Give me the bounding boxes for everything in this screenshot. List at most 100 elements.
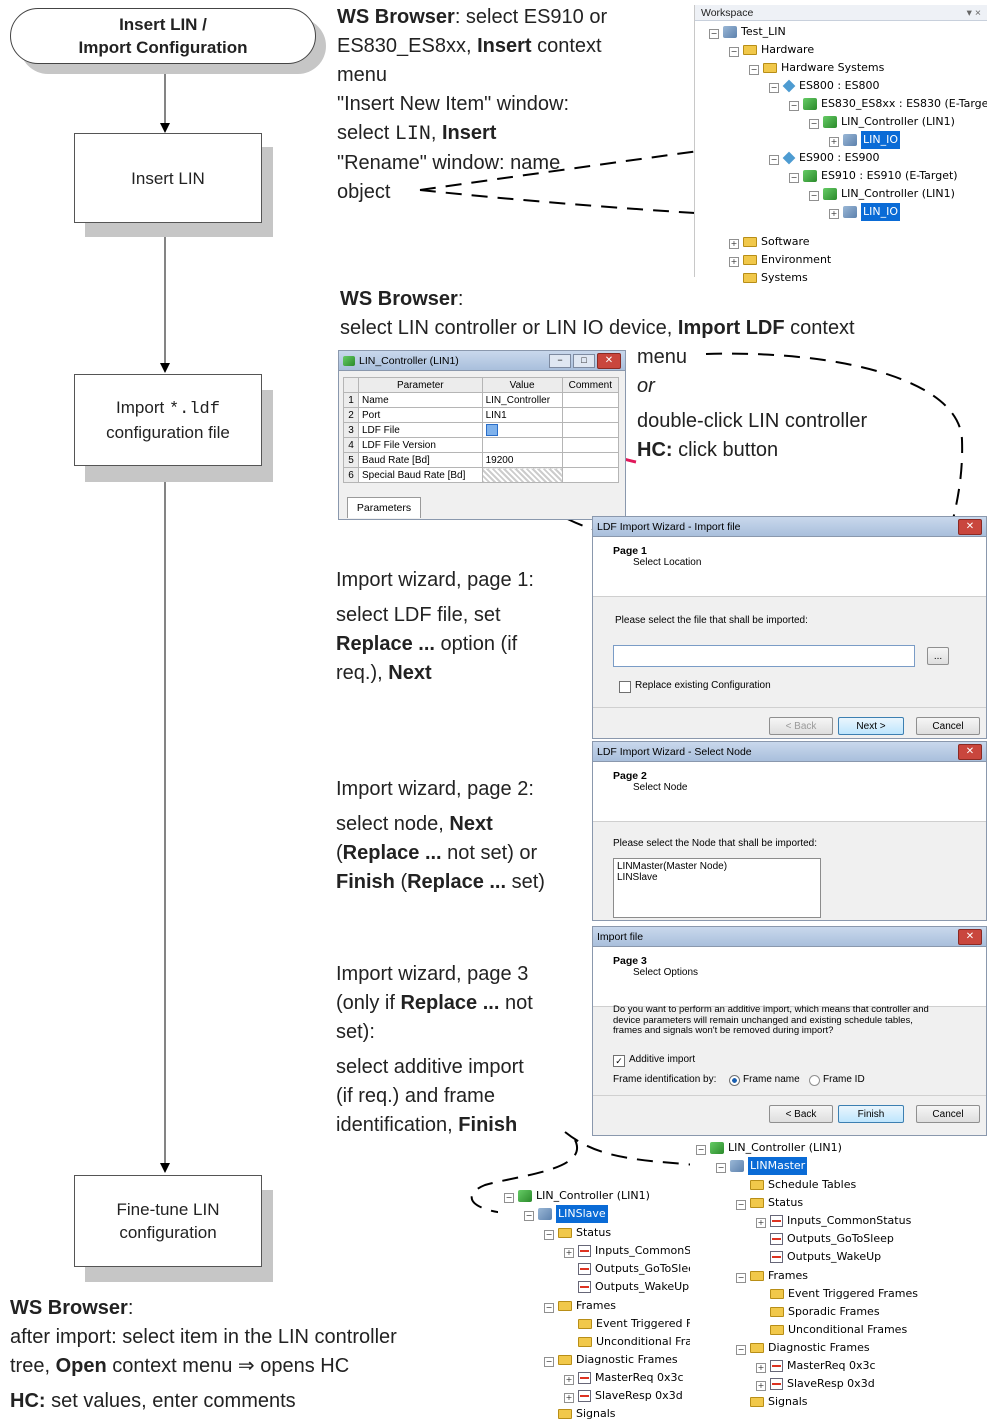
tree-item-folder[interactable]: Event Triggered Frames bbox=[770, 1285, 918, 1303]
expand-icon[interactable]: + bbox=[756, 1363, 766, 1373]
expand-icon[interactable]: − bbox=[789, 173, 799, 183]
replace-checkbox[interactable] bbox=[619, 681, 631, 693]
expand-icon[interactable]: − bbox=[696, 1145, 706, 1155]
tree-item-frames[interactable]: Frames bbox=[558, 1297, 616, 1315]
file-path-input[interactable] bbox=[613, 645, 915, 667]
expand-icon[interactable]: − bbox=[769, 155, 779, 165]
tree-item-signal[interactable]: Outputs_GoToSleep bbox=[578, 1260, 702, 1278]
tree-item-test-lin[interactable]: Test_LIN bbox=[723, 23, 786, 41]
tree-item-folder[interactable]: Sporadic Frames bbox=[770, 1303, 880, 1321]
expand-icon[interactable]: − bbox=[809, 119, 819, 129]
ldf-browse-button[interactable] bbox=[485, 424, 498, 436]
cancel-button[interactable]: Cancel bbox=[916, 717, 980, 735]
tree-item-linmaster[interactable]: LINMaster bbox=[730, 1156, 808, 1176]
tree-item-es830[interactable]: ES830_ES8xx : ES830 (E-Target) bbox=[803, 95, 987, 113]
minimize-icon[interactable]: − bbox=[549, 354, 571, 368]
tree-item-environment[interactable]: Environment bbox=[743, 251, 831, 269]
back-button[interactable]: < Back bbox=[769, 1105, 833, 1123]
browse-button[interactable]: ... bbox=[927, 647, 949, 665]
tree-item-status[interactable]: Status bbox=[750, 1194, 803, 1212]
expand-icon[interactable]: + bbox=[729, 239, 739, 249]
expand-icon[interactable]: + bbox=[564, 1375, 574, 1385]
list-item[interactable]: LINMaster(Master Node) bbox=[617, 861, 817, 872]
expand-icon[interactable]: + bbox=[564, 1248, 574, 1258]
expand-icon[interactable]: + bbox=[564, 1393, 574, 1403]
tree-item-signal[interactable]: Outputs_WakeUp bbox=[578, 1278, 689, 1296]
close-icon[interactable]: ✕ bbox=[958, 519, 982, 535]
tree-item-controller[interactable]: LIN_Controller (LIN1) bbox=[518, 1187, 650, 1205]
expand-icon[interactable]: − bbox=[709, 29, 719, 39]
radio-frame-name[interactable] bbox=[729, 1075, 740, 1086]
close-icon[interactable]: ✕ bbox=[958, 929, 982, 945]
table-row[interactable]: 5 Baud Rate [Bd] 19200 bbox=[343, 452, 620, 468]
expand-icon[interactable]: + bbox=[756, 1381, 766, 1391]
tab-parameters[interactable]: Parameters bbox=[347, 497, 421, 518]
expand-icon[interactable]: − bbox=[736, 1273, 746, 1283]
table-row[interactable]: 3 LDF File bbox=[343, 422, 620, 438]
tree-item-frame[interactable]: MasterReq 0x3c bbox=[770, 1357, 876, 1375]
expand-icon[interactable]: − bbox=[749, 65, 759, 75]
additive-checkbox[interactable]: ✓ bbox=[613, 1055, 625, 1067]
expand-icon[interactable]: + bbox=[729, 257, 739, 267]
tree-item-signal[interactable]: Inputs_CommonStatus bbox=[770, 1212, 911, 1230]
expand-icon[interactable]: − bbox=[736, 1345, 746, 1355]
expand-icon[interactable]: − bbox=[544, 1357, 554, 1367]
tree-item-diagnostic[interactable]: Diagnostic Frames bbox=[558, 1351, 678, 1369]
radio-frame-id[interactable] bbox=[809, 1075, 820, 1086]
expand-icon[interactable]: − bbox=[544, 1230, 554, 1240]
table-row[interactable]: 6 Special Baud Rate [Bd] bbox=[343, 467, 620, 483]
list-item[interactable]: LINSlave bbox=[617, 872, 817, 883]
expand-icon[interactable]: + bbox=[829, 209, 839, 219]
expand-icon[interactable]: − bbox=[789, 101, 799, 111]
tree-item-linslave[interactable]: LINSlave bbox=[538, 1204, 608, 1224]
cancel-button[interactable]: Cancel bbox=[916, 1105, 980, 1123]
tree-item-folder[interactable]: Unconditional Frames bbox=[770, 1321, 907, 1339]
finish-button[interactable]: Finish bbox=[838, 1105, 904, 1123]
expand-icon[interactable]: − bbox=[809, 191, 819, 201]
tree-item-frame[interactable]: MasterReq 0x3c bbox=[578, 1369, 684, 1387]
divider bbox=[593, 1095, 986, 1096]
tree-item-controller[interactable]: LIN_Controller (LIN1) bbox=[710, 1139, 842, 1157]
tree-item-signals[interactable]: Signals bbox=[750, 1393, 808, 1411]
node-list[interactable]: LINMaster(Master Node) LINSlave bbox=[613, 858, 821, 918]
tree-item-hardware-systems[interactable]: Hardware Systems bbox=[763, 59, 884, 77]
tree-item-frame[interactable]: SlaveResp 0x3d bbox=[578, 1387, 683, 1405]
tree-item-frames[interactable]: Frames bbox=[750, 1267, 808, 1285]
tree-item-es800[interactable]: ES800 : ES800 bbox=[782, 77, 880, 95]
expand-icon[interactable]: − bbox=[736, 1200, 746, 1210]
tree-item-lin-io-1[interactable]: LIN_IO bbox=[843, 130, 901, 150]
table-row[interactable]: 2 Port LIN1 bbox=[343, 407, 620, 423]
expand-icon[interactable]: + bbox=[829, 137, 839, 147]
tree-item-signals[interactable]: Signals bbox=[558, 1405, 616, 1423]
table-row[interactable]: 4 LDF File Version bbox=[343, 437, 620, 453]
tree-item-es900[interactable]: ES900 : ES900 bbox=[782, 149, 880, 167]
tree-item-diagnostic[interactable]: Diagnostic Frames bbox=[750, 1339, 870, 1357]
tree-item-frame[interactable]: SlaveResp 0x3d bbox=[770, 1375, 875, 1393]
expand-icon[interactable]: − bbox=[769, 83, 779, 93]
expand-icon[interactable]: − bbox=[504, 1193, 514, 1203]
tree-item-hardware[interactable]: Hardware bbox=[743, 41, 814, 59]
table-row[interactable]: 1 Name LIN_Controller bbox=[343, 392, 620, 408]
tree-item-signal[interactable]: Outputs_WakeUp bbox=[770, 1248, 881, 1266]
tree-item-schedule-tables[interactable]: Schedule Tables bbox=[750, 1176, 856, 1194]
tree-item-lin-controller-1[interactable]: LIN_Controller (LIN1) bbox=[823, 113, 955, 131]
tree-item-software[interactable]: Software bbox=[743, 233, 810, 251]
tree-item-lin-controller-2[interactable]: LIN_Controller (LIN1) bbox=[823, 185, 955, 203]
back-button[interactable]: < Back bbox=[769, 717, 833, 735]
tree-item-es910[interactable]: ES910 : ES910 (E-Target) bbox=[803, 167, 958, 185]
expand-icon[interactable]: − bbox=[524, 1211, 534, 1221]
close-icon[interactable]: ✕ bbox=[597, 353, 621, 369]
expand-icon[interactable]: − bbox=[729, 47, 739, 57]
expand-icon[interactable]: + bbox=[756, 1218, 766, 1228]
expand-icon[interactable]: − bbox=[544, 1303, 554, 1313]
tree-item-signal[interactable]: Outputs_GoToSleep bbox=[770, 1230, 894, 1248]
tree-item-status[interactable]: Status bbox=[558, 1224, 611, 1242]
wizard-page-2: LDF Import Wizard - Select Node ✕ Page 2 … bbox=[592, 741, 987, 921]
maximize-icon[interactable]: □ bbox=[573, 354, 595, 368]
next-button[interactable]: Next > bbox=[838, 717, 904, 735]
tree-item-lin-io-2[interactable]: LIN_IO bbox=[843, 202, 901, 222]
expand-icon[interactable]: − bbox=[716, 1163, 726, 1173]
import-line-3: double-click LIN controller bbox=[637, 410, 868, 432]
close-icon[interactable]: ✕ bbox=[958, 744, 982, 760]
workspace-pin-icon[interactable]: ▾ × bbox=[967, 5, 981, 21]
